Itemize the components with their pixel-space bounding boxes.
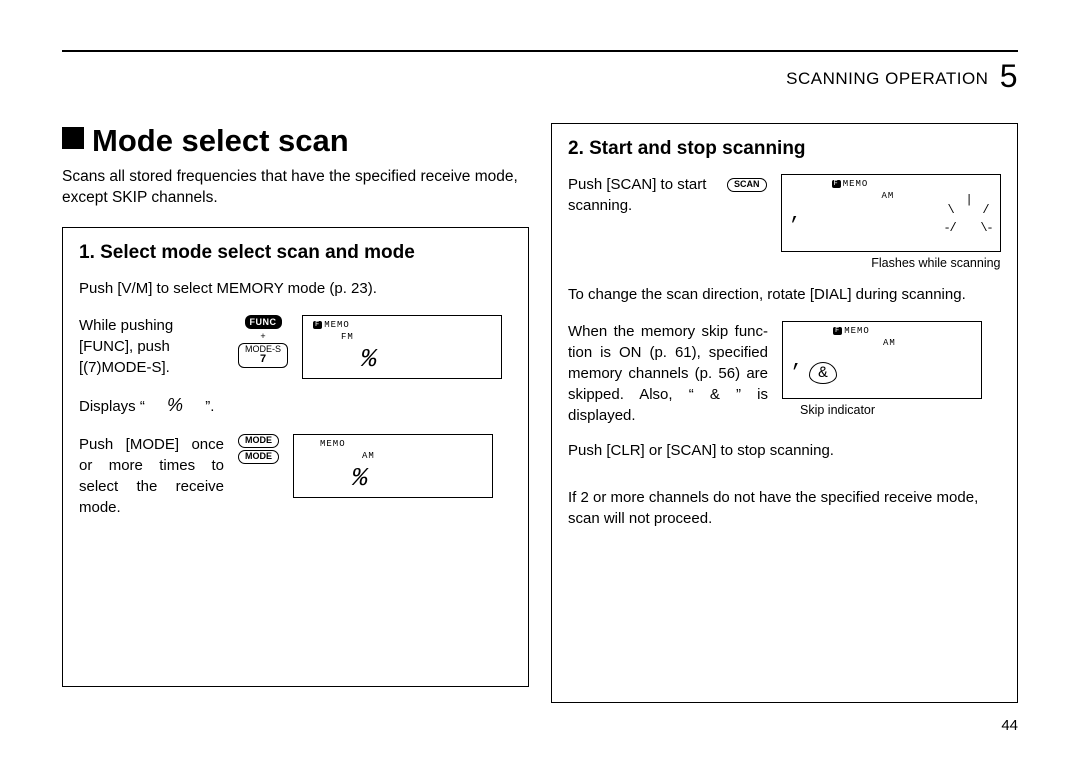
panel1-heading: 1. Select mode select scan and mode xyxy=(79,242,512,264)
panel1-step-b-row: While pushing [FUNC], push [(7)MODE-S]. … xyxy=(79,315,512,379)
panel2-step-c-text: When the memory skip func­tion is ON (p.… xyxy=(568,321,768,426)
page-number: 44 xyxy=(1001,717,1018,734)
lcd-scan-top: FMEMO xyxy=(832,179,869,189)
lcd-b-freq: % xyxy=(361,344,379,374)
panel1-step-c: Displays “ % ”. xyxy=(79,393,512,418)
lcd-display-b: FMEMO FM % xyxy=(302,315,502,379)
lcd-skip-sub: AM xyxy=(883,338,896,348)
panel1-step-b-text: While pushing [FUNC], push [(7)MODE-S]. xyxy=(79,315,224,378)
chapter-number: 5 xyxy=(1000,58,1018,94)
f-icon: F xyxy=(832,180,841,188)
mode-key-stack: MODE MODE xyxy=(238,434,279,464)
manual-page: SCANNING OPERATION 5 Mode select scan Sc… xyxy=(0,0,1080,762)
top-rule xyxy=(62,50,1018,52)
title-bullet-icon xyxy=(62,127,84,149)
lcd-display-skip: FMEMO AM , & xyxy=(782,321,982,399)
caption-flashes: Flashes while scanning xyxy=(871,256,1000,270)
lcd-d-freq: % xyxy=(352,463,370,493)
panel1-step-d-row: Push [MODE] once or more times to select… xyxy=(79,434,512,518)
panel-start-stop: 2. Start and stop scanning Push [SCAN] t… xyxy=(551,123,1018,703)
panel-select-mode: 1. Select mode select scan and mode Push… xyxy=(62,227,529,687)
panel2-step-b: To change the scan direction, rotate [DI… xyxy=(568,284,1001,305)
left-column: Mode select scan Scans all stored freque… xyxy=(62,123,529,703)
lcd-b-sub: FM xyxy=(341,332,354,342)
lcd-scan-sub: AM xyxy=(882,191,895,201)
lcd-skip-top: FMEMO xyxy=(833,326,870,336)
lcd-display-d: MEMO AM % xyxy=(293,434,493,498)
mode-key-icon: MODE xyxy=(238,434,279,448)
caption-skip: Skip indicator xyxy=(800,403,982,417)
panel2-step-a-text: Push [SCAN] to start scanning. xyxy=(568,174,713,216)
skip-indicator-icon: & xyxy=(809,362,837,384)
mode-key-icon-2: MODE xyxy=(238,450,279,464)
page-header: SCANNING OPERATION 5 xyxy=(62,58,1018,95)
intro-paragraph: Scans all stored frequencies that have t… xyxy=(62,167,529,209)
title-text: Mode select scan xyxy=(92,123,349,158)
mode-s-7-key-icon: MODE-S 7 xyxy=(238,343,288,368)
lcd-scan-comma: , xyxy=(790,203,802,226)
panel2-step-d: Push [CLR] or [SCAN] to stop scanning. xyxy=(568,440,1001,461)
panel1-step-a: Push [V/M] to select MEMORY mode (p. 23)… xyxy=(79,278,512,299)
right-column: 2. Start and stop scanning Push [SCAN] t… xyxy=(551,123,1018,703)
columns: Mode select scan Scans all stored freque… xyxy=(62,123,1018,703)
func-key-icon: FUNC xyxy=(245,315,282,329)
lcd-b-top: FMEMO xyxy=(313,320,350,330)
panel2-heading: 2. Start and stop scanning xyxy=(568,138,1001,160)
flash-indicator-icon: | \ / - - / \ xyxy=(952,199,986,233)
plus-icon: + xyxy=(260,331,265,341)
scan-key-icon: SCAN xyxy=(727,174,767,192)
panel1-step-d-text: Push [MODE] once or more times to select… xyxy=(79,434,224,518)
lcd-skip-comma: , xyxy=(791,350,803,373)
panel2-step-e: If 2 or more channels do not have the sp… xyxy=(568,487,1001,529)
panel2-step-c-row: When the memory skip func­tion is ON (p.… xyxy=(568,321,1001,426)
f-icon: F xyxy=(833,327,842,335)
page-title: Mode select scan xyxy=(62,123,529,159)
panel2-step-a-row: Push [SCAN] to start scanning. SCAN FMEM… xyxy=(568,174,1001,270)
lcd-display-scan: FMEMO AM , | \ / - - / \ xyxy=(781,174,1001,252)
section-name: SCANNING OPERATION xyxy=(786,69,988,88)
key-combo-func-7: FUNC + MODE-S 7 xyxy=(238,315,288,368)
lcd-d-sub: AM xyxy=(362,451,375,461)
f-icon: F xyxy=(313,321,322,329)
lcd-d-top: MEMO xyxy=(304,439,346,449)
